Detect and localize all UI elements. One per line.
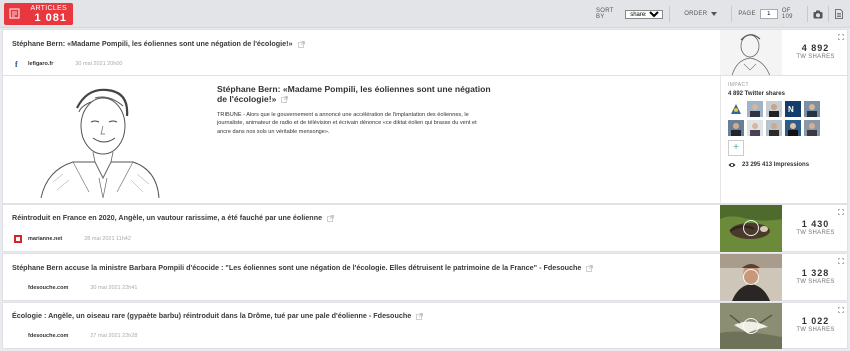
expand-icon[interactable] [838,258,844,264]
avatar[interactable] [728,120,744,136]
twitter-shares-total: 4 892 Twitter shares [728,91,785,97]
external-link-icon[interactable] [297,40,305,48]
sort-by-label: SORT BY [596,8,614,20]
impact-panel: IMPACT 4 892 Twitter shares N + 23 295 4… [728,82,846,168]
sort-by-select[interactable]: shares [625,9,664,19]
caret-down-icon [711,12,718,16]
external-link-icon[interactable] [586,264,594,272]
expand-icon[interactable] [838,307,844,313]
avatar[interactable]: N [785,101,801,117]
impressions: 23 295 413 Impressions [728,162,846,168]
article-source: fdesouche.com 30 mai 2021 22h41 [14,284,137,292]
article-title[interactable]: Stéphane Bern: «Madame Pompili, les éoli… [12,39,305,48]
page-input[interactable] [759,9,778,19]
article-row[interactable]: Stéphane Bern accuse la ministre Barbara… [2,253,848,301]
sharer-avatars: N [728,101,846,136]
avatar[interactable] [766,101,782,117]
order-label: ORDER [684,11,708,17]
avatar[interactable] [785,120,801,136]
article-title[interactable]: Réintroduit en France en 2020, Angèle, u… [12,213,334,222]
list-controls: SORT BY shares ORDER PAGE OF 109 [590,6,849,22]
share-label: TW SHARES [796,230,835,236]
share-stat: 1 022 TW SHARES [783,316,848,333]
article-thumbnail[interactable] [720,205,782,252]
detail-excerpt: TRIBUNE - Alors que le gouvernement a an… [217,112,477,135]
impressions-count: 23 295 413 Impressions [742,162,810,168]
articles-label: ARTICLES [30,5,67,12]
play-overlay-icon [743,220,759,236]
eye-icon [728,163,736,167]
impact-divider [720,76,721,205]
share-stat: 1 328 TW SHARES [783,268,848,285]
play-overlay-icon [743,318,759,334]
pagination: PAGE OF 109 [731,6,806,22]
document-export-icon [835,9,843,19]
share-label: TW SHARES [796,54,835,60]
share-count: 1 328 [801,268,830,278]
share-count: 4 892 [801,43,830,53]
camera-icon [813,10,823,18]
article-row[interactable]: Réintroduit en France en 2020, Angèle, u… [2,204,848,252]
article-date: 30 mai 2021 20h00 [75,61,123,67]
share-stat: 1 430 TW SHARES [783,219,848,236]
svg-text:N: N [788,105,794,114]
article-source: marianne.net 28 mai 2021 11h42 [14,235,131,243]
collapse-icon[interactable] [838,34,844,40]
detail-title[interactable]: Stéphane Bern: «Madame Pompili, les éoli… [217,84,497,104]
fdesouche-favicon [14,332,22,340]
article-row[interactable]: Stéphane Bern: «Madame Pompili, les éoli… [2,29,848,76]
article-date: 30 mai 2021 22h41 [90,285,138,291]
avatar[interactable] [766,120,782,136]
source-name[interactable]: fdesouche.com [28,333,68,339]
bern-sketch-thumbnail [731,34,771,76]
bern-sketch-illustration [33,82,163,198]
toolbar: ARTICLES 1 081 SORT BY shares ORDER PAGE… [0,0,850,28]
fdesouche-favicon [14,284,22,292]
external-link-icon[interactable] [416,312,424,320]
article-title[interactable]: Écologie : Angèle, un oiseau rare (gypaè… [12,311,424,320]
external-link-icon[interactable] [281,96,289,104]
share-label: TW SHARES [796,327,835,333]
lefigaro-favicon: f [14,60,22,68]
article-thumbnail[interactable] [720,303,782,349]
page-label: PAGE [738,11,756,17]
source-name[interactable]: fdesouche.com [28,285,68,291]
article-source: fdesouche.com 27 mai 2021 22h28 [14,332,137,340]
article-source: f lefigaro.fr 30 mai 2021 20h00 [14,60,122,68]
external-link-icon[interactable] [327,214,334,222]
article-detail-panel: Stéphane Bern: «Madame Pompili, les éoli… [2,75,848,205]
article-row[interactable]: Écologie : Angèle, un oiseau rare (gypaè… [2,302,848,349]
share-count: 1 430 [801,219,830,229]
share-count: 1 022 [801,316,830,326]
order-dropdown[interactable]: ORDER [669,6,731,22]
svg-text:f: f [15,60,18,68]
share-stat: 4 892 TW SHARES [783,43,848,60]
avatar[interactable] [747,120,763,136]
articles-icon [9,8,20,19]
page-total: OF 109 [781,8,793,20]
avatar[interactable] [747,101,763,117]
avatar[interactable] [728,101,744,117]
screenshot-button[interactable] [806,6,828,22]
articles-counter-badge[interactable]: ARTICLES 1 081 [4,3,73,25]
show-more-sharers-button[interactable]: + [728,140,744,156]
article-title[interactable]: Stéphane Bern accuse la ministre Barbara… [12,263,594,272]
article-date: 27 mai 2021 22h28 [90,333,138,339]
article-date: 28 mai 2021 11h42 [84,236,131,242]
expand-icon[interactable] [838,209,844,215]
articles-count: 1 081 [34,12,67,24]
export-button[interactable] [827,6,849,22]
sort-by-control: SORT BY shares [590,6,669,22]
article-thumbnail[interactable] [720,254,782,301]
source-name[interactable]: lefigaro.fr [28,61,53,67]
avatar[interactable] [804,101,820,117]
article-thumbnail[interactable] [720,30,782,76]
share-label: TW SHARES [796,279,835,285]
impact-label: IMPACT [728,82,749,88]
avatar[interactable] [804,120,820,136]
marianne-favicon [14,235,22,243]
source-name[interactable]: marianne.net [28,236,62,242]
play-overlay-icon [743,269,759,285]
